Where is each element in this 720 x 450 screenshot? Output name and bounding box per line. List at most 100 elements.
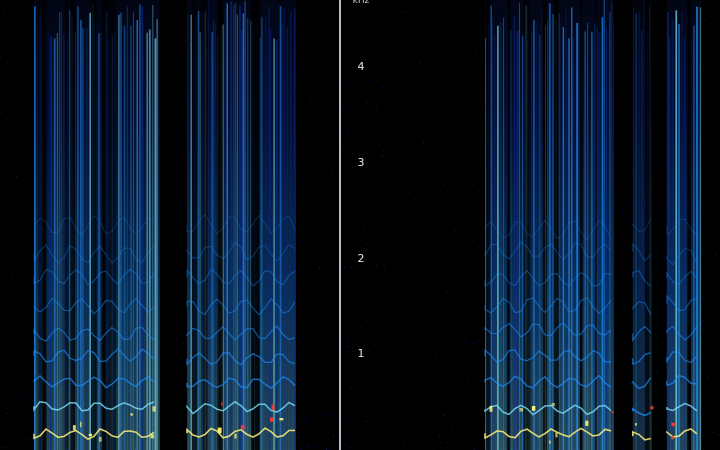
noise-speckle	[705, 362, 707, 364]
left-spectrogram-pane[interactable]	[0, 0, 340, 450]
noise-speckle	[375, 427, 377, 429]
striation	[598, 32, 601, 450]
noise-speckle	[419, 409, 421, 411]
striation	[638, 11, 641, 450]
noise-speckle	[0, 348, 2, 350]
noise-speckle	[400, 385, 402, 387]
noise-speckle	[621, 448, 623, 450]
noise-speckle	[358, 215, 360, 217]
striation	[89, 12, 91, 450]
noise-speckle	[348, 435, 349, 437]
noise-speckle	[348, 86, 350, 88]
noise-speckle	[7, 94, 9, 96]
noise-speckle	[302, 426, 304, 428]
right-spectrogram-pane[interactable]	[341, 0, 720, 450]
noise-speckle	[175, 299, 177, 301]
noise-speckle	[398, 127, 400, 129]
noise-speckle	[659, 356, 661, 358]
noise-speckle	[0, 55, 1, 57]
noise-speckle	[705, 324, 707, 326]
noise-speckle	[369, 432, 371, 434]
noise-speckle	[457, 284, 459, 286]
noise-speckle	[358, 410, 360, 412]
noise-speckle	[6, 433, 8, 435]
noise-speckle	[353, 350, 355, 352]
noise-speckle	[445, 86, 447, 88]
noise-speckle	[371, 47, 373, 49]
noise-speckle	[3, 4, 5, 6]
noise-speckle	[446, 59, 447, 61]
striation	[513, 16, 515, 450]
noise-speckle	[448, 58, 450, 60]
striation	[601, 17, 604, 450]
striation	[284, 8, 285, 450]
noise-speckle	[346, 444, 348, 446]
noise-speckle	[662, 403, 664, 405]
noise-speckle	[324, 93, 326, 95]
energy-peak	[671, 422, 675, 427]
noise-speckle	[659, 369, 661, 371]
noise-speckle	[473, 10, 475, 12]
noise-speckle	[406, 429, 408, 430]
noise-speckle	[323, 447, 325, 449]
noise-speckle	[412, 311, 414, 313]
noise-speckle	[30, 445, 32, 447]
noise-speckle	[656, 336, 658, 338]
pause-gap	[192, 0, 197, 450]
noise-speckle	[334, 128, 336, 130]
noise-speckle	[706, 35, 708, 37]
noise-speckle	[478, 246, 480, 248]
noise-speckle	[296, 328, 297, 329]
striation	[591, 31, 593, 450]
noise-speckle	[652, 205, 654, 207]
energy-peak	[271, 404, 275, 411]
noise-speckle	[475, 53, 477, 55]
noise-speckle	[396, 179, 398, 181]
striation	[494, 34, 496, 450]
noise-speckle	[29, 388, 31, 390]
striation	[123, 25, 126, 450]
noise-speckle	[717, 397, 719, 399]
noise-speckle	[330, 172, 332, 174]
noise-speckle	[713, 446, 714, 448]
striation	[536, 27, 537, 450]
noise-speckle	[361, 282, 363, 283]
noise-speckle	[27, 438, 29, 440]
noise-speckle	[308, 97, 310, 99]
noise-speckle	[348, 342, 350, 344]
noise-speckle	[478, 300, 480, 302]
noise-speckle	[438, 265, 440, 267]
right-spectrogram-canvas	[341, 0, 720, 450]
striation	[48, 30, 49, 450]
striation	[572, 38, 574, 450]
noise-speckle	[478, 323, 480, 325]
noise-speckle	[654, 199, 656, 201]
noise-speckle	[397, 350, 399, 352]
noise-speckle	[175, 424, 177, 426]
noise-speckle	[623, 429, 625, 431]
striation	[190, 14, 192, 450]
noise-speckle	[401, 255, 403, 257]
noise-speckle	[382, 86, 384, 88]
pause-gap	[202, 0, 208, 450]
noise-speckle	[298, 435, 300, 437]
striation	[85, 27, 88, 450]
noise-speckle	[409, 435, 411, 436]
pause-gap	[485, 0, 491, 450]
noise-speckle	[661, 261, 662, 263]
striation	[156, 19, 158, 450]
noise-speckle	[334, 415, 335, 417]
noise-speckle	[322, 32, 324, 34]
noise-speckle	[384, 269, 386, 271]
noise-speckle	[410, 71, 412, 73]
noise-speckle	[2, 410, 4, 412]
noise-speckle	[654, 91, 656, 93]
noise-speckle	[375, 410, 377, 412]
noise-speckle	[428, 140, 430, 142]
noise-speckle	[714, 320, 716, 322]
noise-speckle	[435, 363, 437, 365]
noise-speckle	[305, 422, 307, 424]
noise-speckle	[625, 115, 627, 117]
energy-peak	[270, 417, 274, 422]
noise-speckle	[3, 401, 5, 403]
